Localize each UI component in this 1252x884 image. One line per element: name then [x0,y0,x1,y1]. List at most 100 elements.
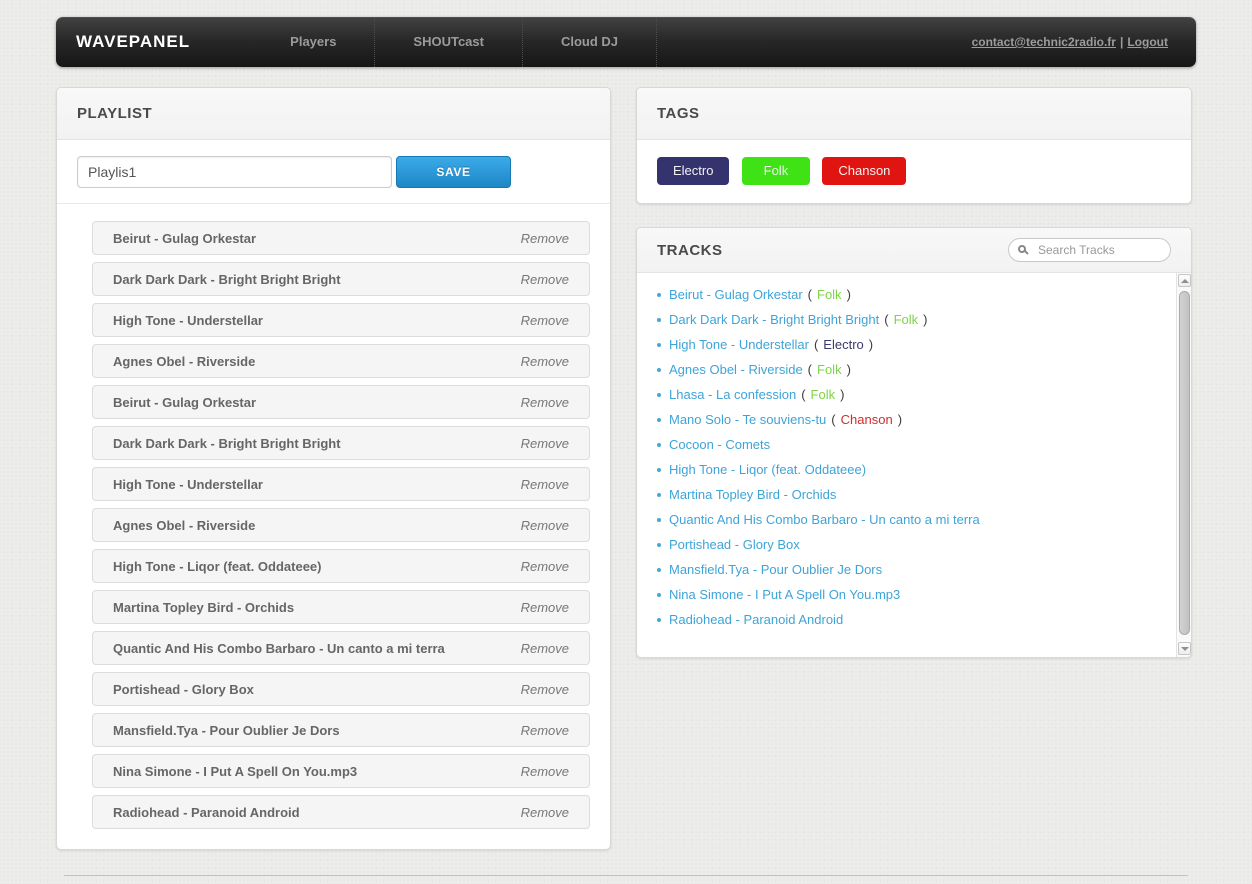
track-link[interactable]: High Tone - Liqor (feat. Oddateee) [669,462,866,477]
tags-title: TAGS [657,105,700,122]
remove-link[interactable]: Remove [521,477,569,492]
track-link[interactable]: Martina Topley Bird - Orchids [669,487,836,502]
track-link[interactable]: Mansfield.Tya - Pour Oublier Je Dors [669,562,882,577]
playlist-panel-header: PLAYLIST [57,88,610,140]
bullet-icon [657,418,661,422]
remove-link[interactable]: Remove [521,436,569,451]
account-area: contact@technic2radio.fr | Logout [972,17,1196,67]
open-paren: ( [813,337,819,352]
search-input[interactable] [1008,238,1171,262]
track-item: Quantic And His Combo Barbaro - Un canto… [657,507,1161,532]
playlist-item-title: Radiohead - Paranoid Android [113,804,300,820]
track-item: Radiohead - Paranoid Android [657,607,1161,632]
bullet-icon [657,443,661,447]
playlist-item-title: Beirut - Gulag Orkestar [113,230,257,246]
track-link[interactable]: High Tone - Understellar [669,337,809,352]
playlist-name-input[interactable] [77,156,392,188]
tracks-scroll-area: Beirut - Gulag Orkestar (Folk) Dark Dark … [637,273,1191,657]
track-link[interactable]: Radiohead - Paranoid Android [669,612,843,627]
track-tag: (Folk) [808,287,851,302]
remove-link[interactable]: Remove [521,354,569,369]
remove-link[interactable]: Remove [521,313,569,328]
nav-item[interactable]: Cloud DJ [523,17,658,67]
scrollbar-thumb[interactable] [1179,291,1190,635]
arrow-down-icon [1181,647,1189,651]
scroll-up-button[interactable] [1178,274,1191,287]
tag-badge[interactable]: Folk [741,157,810,185]
footer-divider [64,875,1188,876]
bullet-icon [657,343,661,347]
tag-badge[interactable]: Chanson [822,157,907,185]
account-email-link[interactable]: contact@technic2radio.fr [972,35,1116,49]
close-paren: ) [923,312,928,327]
track-link[interactable]: Lhasa - La confession [669,387,796,402]
playlist-item: Martina Topley Bird - Orchids Remove [92,590,590,624]
remove-link[interactable]: Remove [521,518,569,533]
track-tag: (Folk) [884,312,927,327]
track-link[interactable]: Dark Dark Dark - Bright Bright Bright [669,312,879,327]
open-paren: ( [801,387,806,402]
playlist-item: Nina Simone - I Put A Spell On You.mp3 R… [92,754,590,788]
track-link[interactable]: Mano Solo - Te souviens-tu [669,412,826,427]
playlist-item: Radiohead - Paranoid Android Remove [92,795,590,829]
track-tag-label: Folk [817,287,842,302]
form-divider [57,203,610,204]
remove-link[interactable]: Remove [521,641,569,656]
scrollbar[interactable] [1176,273,1191,657]
remove-link[interactable]: Remove [521,272,569,287]
track-link[interactable]: Beirut - Gulag Orkestar [669,287,803,302]
playlist-item: High Tone - Liqor (feat. Oddateee) Remov… [92,549,590,583]
track-item: Agnes Obel - Riverside (Folk) [657,357,1161,382]
remove-link[interactable]: Remove [521,231,569,246]
top-navbar: WAVEPANEL Players SHOUTcast Cloud DJ con… [56,17,1196,67]
remove-link[interactable]: Remove [521,723,569,738]
open-paren: ( [831,412,836,427]
track-item: Dark Dark Dark - Bright Bright Bright (Fo… [657,307,1161,332]
close-paren: ) [846,362,851,377]
tags-panel-header: TAGS [637,88,1191,140]
track-tag: (Electro) [814,337,873,352]
bullet-icon [657,293,661,297]
track-item: Martina Topley Bird - Orchids [657,482,1161,507]
nav-item[interactable]: SHOUTcast [375,17,523,67]
brand-logo: WAVEPANEL [76,32,191,51]
track-link[interactable]: Agnes Obel - Riverside [669,362,803,377]
remove-link[interactable]: Remove [521,395,569,410]
bullet-icon [657,618,661,622]
nav-item[interactable]: Players [252,17,376,67]
remove-link[interactable]: Remove [521,805,569,820]
track-link[interactable]: Nina Simone - I Put A Spell On You.mp3 [669,587,900,602]
tag-badge[interactable]: Electro [657,157,730,185]
track-item: Beirut - Gulag Orkestar (Folk) [657,282,1161,307]
bullet-icon [657,393,661,397]
playlist-items: Beirut - Gulag Orkestar Remove Dark Dark… [92,221,590,829]
remove-link[interactable]: Remove [521,682,569,697]
tracks-panel-header: TRACKS [637,228,1191,273]
playlist-title: PLAYLIST [77,105,153,122]
arrow-up-icon [1181,279,1189,283]
playlist-item-title: Agnes Obel - Riverside [113,517,256,533]
track-tag-label: Folk [817,362,842,377]
remove-link[interactable]: Remove [521,600,569,615]
scroll-down-button[interactable] [1178,642,1191,655]
track-link[interactable]: Portishead - Glory Box [669,537,800,552]
remove-link[interactable]: Remove [521,764,569,779]
bullet-icon [657,518,661,522]
remove-link[interactable]: Remove [521,559,569,574]
track-item: High Tone - Understellar (Electro) [657,332,1161,357]
track-tag-label: Chanson [840,412,893,427]
playlist-item-title: High Tone - Understellar [113,476,263,492]
logout-link[interactable]: Logout [1127,35,1168,49]
playlist-item-title: Nina Simone - I Put A Spell On You.mp3 [113,763,358,779]
playlist-item-title: Dark Dark Dark - Bright Bright Bright [113,271,341,287]
track-link[interactable]: Cocoon - Comets [669,437,770,452]
save-button[interactable]: SAVE [396,156,511,188]
search-icon [1018,245,1026,253]
track-link[interactable]: Quantic And His Combo Barbaro - Un canto… [669,512,980,527]
open-paren: ( [807,287,812,302]
playlist-item-title: Agnes Obel - Riverside [113,353,256,369]
playlist-item: High Tone - Understellar Remove [92,303,590,337]
close-paren: ) [897,412,903,427]
playlist-item: Dark Dark Dark - Bright Bright Bright Re… [92,262,590,296]
right-column: TAGS Electro Folk Chanson TRACKS Search … [636,87,1192,658]
